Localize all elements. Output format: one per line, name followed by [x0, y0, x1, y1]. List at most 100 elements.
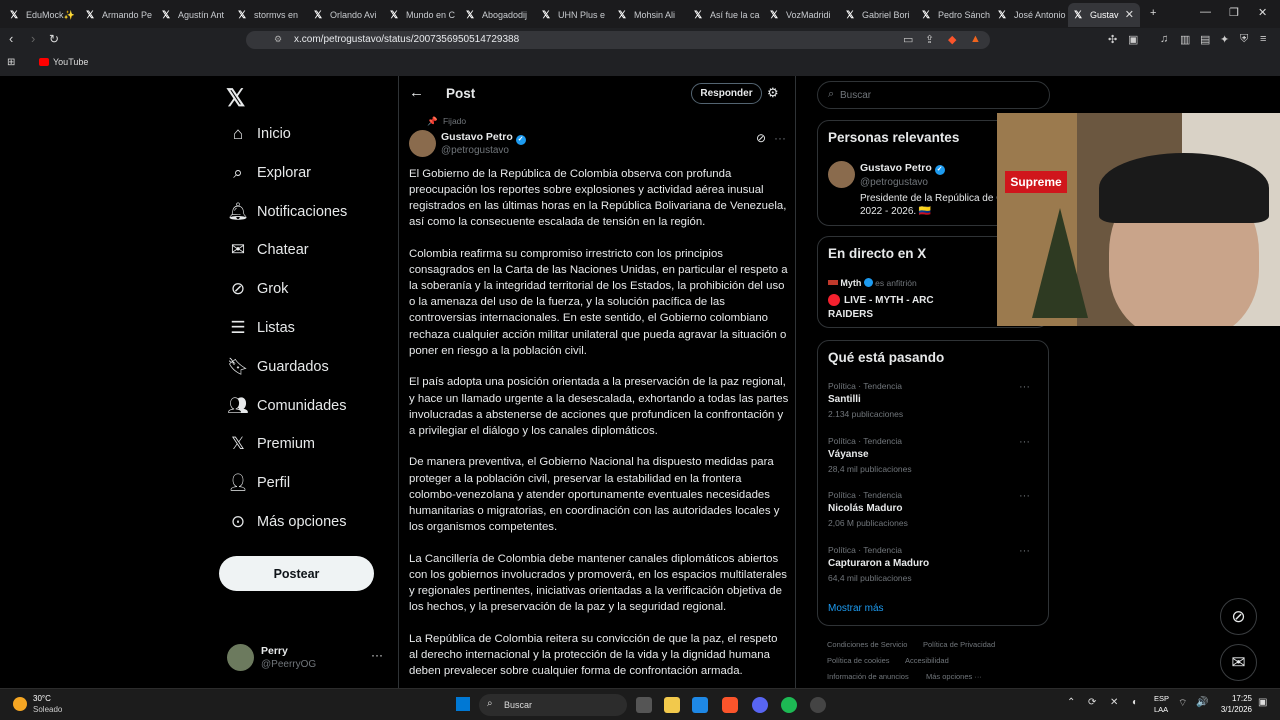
browser-tab[interactable]: 𝕏 Mundo en C: [384, 3, 458, 27]
footer-link[interactable]: Política de cookies: [827, 656, 890, 665]
relevant-name[interactable]: Gustavo Petro ✓: [860, 162, 945, 175]
browser-tab[interactable]: 𝕏 José Antonio: [992, 3, 1066, 27]
trend-more-icon[interactable]: ···: [1019, 490, 1030, 502]
apps-grid-icon[interactable]: ⊞: [7, 57, 15, 68]
account-switcher[interactable]: Perry @PeerryOG ···: [227, 642, 387, 682]
sidebar-item-chatear[interactable]: ✉ Chatear: [219, 235, 389, 265]
back-arrow-icon[interactable]: ←: [409, 84, 424, 101]
browser-tab[interactable]: 𝕏 Mohsin Ali: [612, 3, 686, 27]
back-button[interactable]: ‹: [9, 31, 13, 46]
browser-tab[interactable]: 𝕏 VozMadridi: [764, 3, 838, 27]
tray-mute-icon[interactable]: ✕: [1110, 697, 1118, 708]
post-button[interactable]: Postear: [219, 556, 374, 591]
search-box[interactable]: ⌕ Buscar: [817, 81, 1050, 109]
taskbar-search[interactable]: ⌕ Buscar: [479, 694, 627, 716]
task-view-icon[interactable]: [636, 697, 652, 713]
share-icon[interactable]: ⇪: [925, 33, 934, 46]
volume-icon[interactable]: 🔊: [1196, 697, 1208, 708]
weather-temp[interactable]: 30°C: [33, 694, 51, 703]
obs-icon[interactable]: [810, 697, 826, 713]
spotify-icon[interactable]: [781, 697, 797, 713]
sidebar-item-mas-opciones[interactable]: ⊙ Más opciones: [219, 507, 389, 537]
screen-icon[interactable]: ▭: [903, 33, 913, 46]
screenshot-icon[interactable]: ▣: [1128, 33, 1138, 46]
trend-item[interactable]: Política · Tendencia Santilli 2.134 public…: [828, 381, 1040, 419]
language-indicator[interactable]: ESP: [1154, 694, 1169, 703]
windows-start-icon[interactable]: [456, 697, 470, 711]
footer-link[interactable]: Política de Privacidad: [923, 640, 995, 649]
vpn-icon[interactable]: ⛨: [1240, 33, 1248, 46]
tray-app-icon[interactable]: ◐: [1132, 697, 1138, 708]
browser-tab[interactable]: 𝕏 Gustav ✕: [1068, 3, 1140, 27]
sidebar-item-guardados[interactable]: 🔖︎ Guardados: [219, 352, 389, 382]
live-stream-title[interactable]: LIVE - MYTH - ARC RAIDERS: [828, 294, 978, 322]
show-more-link[interactable]: Mostrar más: [828, 603, 884, 614]
footer-link[interactable]: Información de anuncios: [827, 672, 909, 681]
brave-taskbar-icon[interactable]: [722, 697, 738, 713]
sidebar-item-inicio[interactable]: ⌂ Inicio: [219, 119, 389, 149]
tray-chevron-icon[interactable]: ⌃: [1067, 697, 1075, 708]
rewards-icon[interactable]: ▲: [970, 33, 981, 45]
forward-button[interactable]: ›: [31, 31, 35, 46]
footer-link[interactable]: Más opciones ···: [926, 672, 982, 681]
address-bar[interactable]: ⚙ x.com/petrogustavo/status/200735695051…: [246, 31, 990, 49]
browser-tab[interactable]: 𝕏 EduMock✨: [4, 3, 78, 27]
menu-icon[interactable]: ≡: [1260, 33, 1266, 45]
sidebar-toggle-icon[interactable]: ▥: [1180, 33, 1190, 46]
sidebar-item-perfil[interactable]: 👤︎ Perfil: [219, 468, 389, 498]
grok-fab-icon[interactable]: ⊘: [1220, 598, 1257, 635]
browser-tab[interactable]: 𝕏 Abogadodij: [460, 3, 534, 27]
browser-tab[interactable]: 𝕏 Orlando Avi: [308, 3, 382, 27]
sidebar-item-explorar[interactable]: ⌕ Explorar: [219, 158, 389, 188]
notifications-icon[interactable]: ▣: [1258, 697, 1267, 708]
maximize-button[interactable]: ❐: [1229, 6, 1239, 19]
store-icon[interactable]: [692, 697, 708, 713]
site-settings-icon[interactable]: ⚙: [274, 34, 282, 45]
author-name[interactable]: Gustavo Petro ✓: [441, 131, 526, 145]
trend-item[interactable]: Política · Tendencia Nicolás Maduro 2,06 M…: [828, 490, 1040, 528]
author-avatar[interactable]: [409, 130, 436, 157]
footer-link[interactable]: Condiciones de Servicio: [827, 640, 907, 649]
browser-tab[interactable]: 𝕏stormvs en: [232, 3, 306, 27]
messages-fab-icon[interactable]: ✉: [1220, 644, 1257, 681]
browser-tab[interactable]: 𝕏 Agustín Ant: [156, 3, 230, 27]
clock-time[interactable]: 17:25: [1222, 694, 1252, 703]
x-logo-icon[interactable]: 𝕏: [226, 84, 245, 113]
reload-button[interactable]: ↻: [49, 32, 59, 46]
browser-tab[interactable]: 𝕏 UHN Plus e: [536, 3, 610, 27]
sidebar-item-comunidades[interactable]: 👥︎ Comunidades: [219, 391, 389, 421]
trend-more-icon[interactable]: ···: [1019, 381, 1030, 393]
browser-tab[interactable]: 𝕏 Pedro Sánch: [916, 3, 990, 27]
wifi-icon[interactable]: ⌔: [1178, 697, 1187, 710]
more-icon[interactable]: ···: [371, 648, 383, 662]
trend-more-icon[interactable]: ···: [1019, 545, 1030, 557]
brave-shield-icon[interactable]: ◆: [948, 33, 956, 46]
reply-button[interactable]: Responder: [691, 83, 762, 104]
search-placeholder[interactable]: Buscar: [840, 90, 871, 101]
live-host[interactable]: Myth: [840, 278, 861, 288]
sidebar-item-notificaciones[interactable]: 🔔︎ Notificaciones: [219, 197, 389, 227]
trend-item[interactable]: Política · Tendencia Váyanse 28,4 mil publ…: [828, 436, 1040, 474]
trend-item[interactable]: Política · Tendencia Capturaron a Maduro 6…: [828, 545, 1040, 583]
browser-tab[interactable]: 𝕏 Armando Pe: [80, 3, 154, 27]
sidebar-item-premium[interactable]: 𝕏 Premium: [219, 429, 389, 459]
new-tab-button[interactable]: +: [1150, 7, 1156, 19]
wallet-icon[interactable]: ▤: [1200, 33, 1210, 46]
discord-icon[interactable]: [752, 697, 768, 713]
sidebar-item-listas[interactable]: ☰ Listas: [219, 313, 389, 343]
music-icon[interactable]: ♫: [1160, 33, 1168, 45]
file-explorer-icon[interactable]: [664, 697, 680, 713]
browser-tab[interactable]: 𝕏 Gabriel Bori: [840, 3, 914, 27]
sliders-icon[interactable]: ⚙: [767, 85, 779, 101]
relevant-avatar[interactable]: [828, 161, 855, 188]
grok-icon[interactable]: ⊘: [756, 131, 766, 145]
close-window-button[interactable]: ✕: [1258, 6, 1267, 19]
tray-sync-icon[interactable]: ⟳: [1088, 697, 1096, 708]
weather-sun-icon[interactable]: [13, 697, 27, 711]
sidebar-item-grok[interactable]: ⊘ Grok: [219, 274, 389, 304]
bookmark-youtube[interactable]: YouTube: [53, 57, 88, 67]
leo-icon[interactable]: ✦: [1220, 33, 1229, 46]
post-more-icon[interactable]: ···: [774, 131, 786, 145]
footer-link[interactable]: Accesibilidad: [905, 656, 949, 665]
minimize-button[interactable]: —: [1200, 6, 1211, 18]
